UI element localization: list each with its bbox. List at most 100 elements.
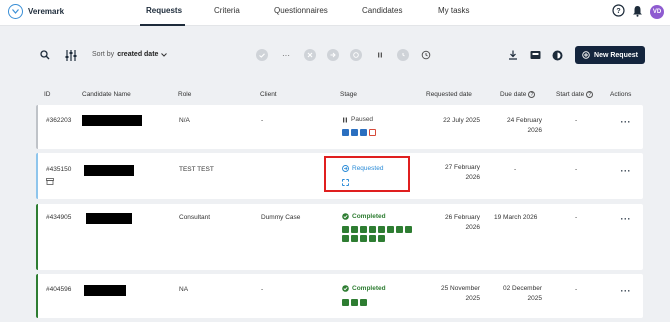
column-candidate-name[interactable]: Candidate Name [82, 91, 131, 98]
tab-candidates[interactable]: Candidates [362, 6, 402, 15]
more-options-icon[interactable]: ··· [280, 49, 292, 61]
shield-check-icon [351, 129, 358, 136]
flagged-document-icon [369, 129, 376, 136]
sort-value: created date [117, 51, 159, 58]
database-icon [351, 226, 358, 233]
sort-dropdown[interactable]: Sort by created date [92, 51, 168, 58]
due-date: 02 December 2025 [502, 285, 542, 302]
column-requested-date[interactable]: Requested date [426, 91, 472, 98]
due-date: - [514, 166, 517, 173]
table-row[interactable]: #404596 NA - Completed 25 November 2025 … [36, 274, 643, 318]
network-icon [405, 226, 412, 233]
requested-date: 27 February 2026 [444, 164, 480, 181]
id-scan-icon [351, 235, 358, 242]
table-row[interactable]: #434905 Consultant Dummy Case Completed … [36, 204, 643, 270]
row-actions-menu-icon[interactable]: ··· [621, 117, 632, 127]
check-circle-icon [342, 285, 349, 292]
pause-icon[interactable] [374, 49, 386, 61]
download-icon[interactable] [506, 48, 520, 62]
active-tab-indicator [140, 24, 185, 26]
stage-label: Completed [352, 285, 386, 292]
top-nav: Veremark Requests Criteria Questionnaire… [0, 0, 670, 26]
start-date: - [575, 214, 578, 221]
tab-requests[interactable]: Requests [146, 6, 182, 15]
redacted-candidate-name [82, 115, 142, 126]
column-stage[interactable]: Stage [340, 91, 357, 98]
tab-questionnaires[interactable]: Questionnaires [274, 6, 328, 15]
clock-icon[interactable] [397, 49, 409, 61]
column-start-date[interactable]: Start date? [556, 91, 594, 98]
column-role[interactable]: Role [178, 91, 191, 98]
globe-icon[interactable] [350, 49, 362, 61]
globe-icon [342, 235, 349, 242]
check-type-icons [342, 129, 376, 136]
redacted-candidate-name [84, 165, 134, 176]
brand-name: Veremark [28, 7, 65, 16]
column-due-date[interactable]: Due date? [500, 91, 536, 98]
document-check-icon [342, 226, 349, 233]
approve-check-icon[interactable] [256, 49, 268, 61]
check-type-icons [342, 226, 414, 242]
request-id[interactable]: #362203 [46, 117, 71, 124]
credit-check-icon [396, 226, 403, 233]
filter-sliders-icon[interactable] [64, 48, 78, 62]
sort-prefix: Sort by [92, 51, 115, 58]
inbox-icon[interactable] [528, 48, 542, 62]
certificate-check-icon [360, 129, 367, 136]
plus-circle-icon [582, 51, 590, 59]
stage-label: Paused [351, 116, 374, 123]
row-actions-menu-icon[interactable]: ··· [621, 286, 632, 296]
check-circle-icon [342, 213, 349, 220]
requests-toolbar: Sort by created date ··· New Request [34, 44, 645, 66]
history-icon[interactable] [420, 49, 432, 61]
client: - [261, 117, 264, 124]
forward-arrow-icon[interactable] [327, 49, 339, 61]
help-icon[interactable]: ? [528, 91, 536, 98]
due-date: 19 March 2026 [494, 214, 538, 221]
row-actions-menu-icon[interactable]: ··· [621, 166, 632, 176]
help-icon[interactable]: ? [586, 91, 594, 98]
hierarchy-icon [378, 235, 385, 242]
search-icon[interactable] [38, 48, 52, 62]
pause-icon [343, 117, 347, 122]
person-check-icon [369, 235, 376, 242]
requested-date: 25 November 2025 [440, 285, 480, 302]
email-check-icon [369, 226, 376, 233]
column-actions: Actions [610, 91, 632, 98]
notifications-bell-icon[interactable] [632, 5, 643, 19]
bank-icon [360, 226, 367, 233]
user-avatar[interactable]: VD [650, 4, 664, 19]
brand[interactable]: Veremark [8, 4, 64, 19]
hierarchy-icon [360, 299, 367, 306]
cancel-icon[interactable] [304, 49, 316, 61]
document-icon [360, 235, 367, 242]
shield-check-icon [378, 226, 385, 233]
highlight-annotation-box [324, 156, 410, 192]
client: Dummy Case [261, 214, 301, 221]
theme-toggle-icon[interactable] [550, 48, 564, 62]
table-row[interactable]: #362203 N/A - Paused 22 July 2025 24 Feb… [36, 105, 643, 149]
request-id[interactable]: #404596 [46, 286, 71, 293]
new-request-button[interactable]: New Request [575, 46, 645, 64]
svg-text:?: ? [616, 8, 620, 15]
start-date: - [575, 117, 578, 124]
role: N/A [179, 117, 190, 124]
request-id[interactable]: #434905 [46, 214, 71, 221]
column-id[interactable]: ID [44, 91, 51, 98]
request-id[interactable]: #435150 [46, 166, 71, 173]
start-date: - [575, 286, 578, 293]
start-date-label: Start date [556, 91, 585, 98]
new-request-label: New Request [594, 51, 638, 59]
due-date: 24 February 2026 [506, 117, 542, 134]
brand-logo-icon [8, 4, 23, 19]
tab-criteria[interactable]: Criteria [214, 6, 240, 15]
role: TEST TEST [179, 166, 214, 173]
database-icon [342, 299, 349, 306]
tab-my-tasks[interactable]: My tasks [438, 6, 470, 15]
stage-label: Completed [352, 213, 386, 220]
requested-date: 22 July 2025 [443, 117, 480, 124]
archive-box-icon [46, 178, 54, 187]
help-icon[interactable]: ? [612, 4, 625, 19]
column-client[interactable]: Client [260, 91, 277, 98]
row-actions-menu-icon[interactable]: ··· [621, 214, 632, 224]
